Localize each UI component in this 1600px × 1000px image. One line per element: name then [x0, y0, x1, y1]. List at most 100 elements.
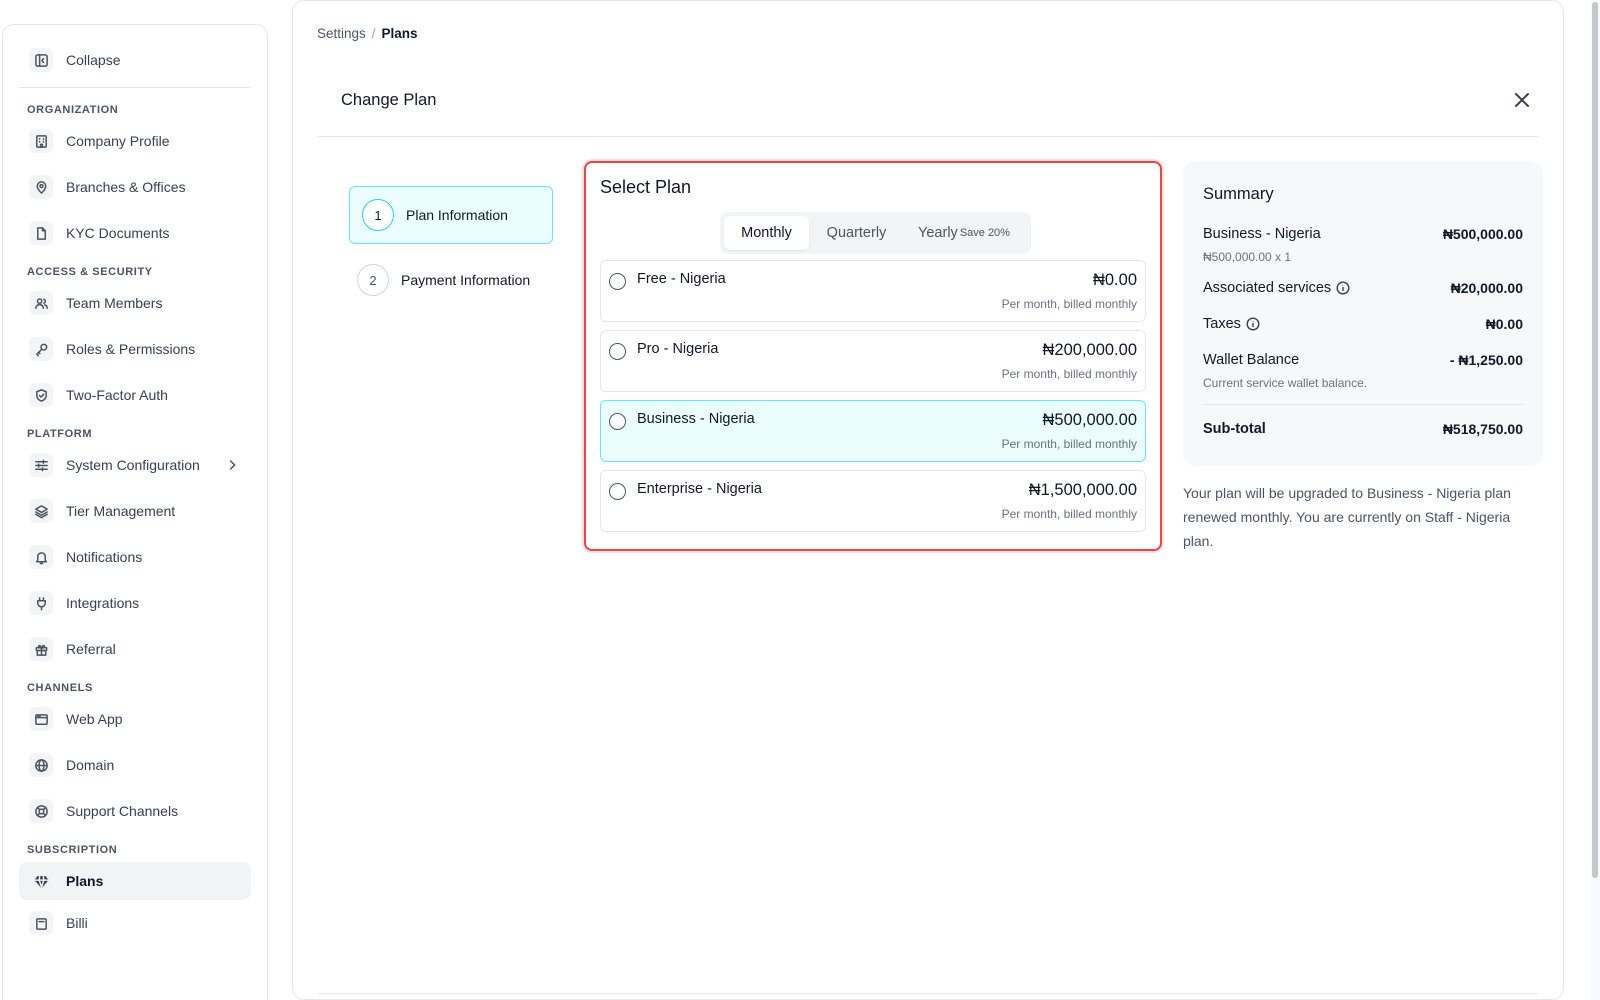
collapse-label: Collapse	[66, 52, 121, 68]
sidebar-item-team-members[interactable]: Team Members	[19, 284, 251, 322]
plug-icon	[29, 591, 53, 615]
scrollbar-thumb[interactable]	[1592, 2, 1598, 878]
sidebar-item-label: Team Members	[66, 295, 163, 311]
summary-taxes-value: ₦0.00	[1485, 316, 1523, 332]
step-plan-information[interactable]: 1 Plan Information	[349, 186, 553, 244]
summary-wallet-value: - ₦1,250.00	[1449, 352, 1523, 368]
sidebar-item-label: Plans	[66, 873, 104, 889]
plan-option-business[interactable]: Business - Nigeria ₦500,000.00 Per month…	[600, 400, 1146, 462]
section-label-subscription: SUBSCRIPTION	[27, 844, 118, 856]
gift-icon	[29, 637, 53, 661]
sidebar-item-web-app[interactable]: Web App	[19, 700, 251, 738]
summary-row-subtotal: Sub-total ₦518,750.00	[1203, 421, 1523, 441]
sidebar-item-referral[interactable]: Referral	[19, 630, 251, 668]
sidebar-item-company-profile[interactable]: Company Profile	[19, 122, 251, 160]
sliders-icon	[29, 453, 53, 477]
info-icon[interactable]	[1246, 317, 1260, 331]
summary-subtotal-value: ₦518,750.00	[1442, 421, 1523, 437]
section-label-channels: CHANNELS	[27, 682, 93, 694]
sidebar-item-roles[interactable]: Roles & Permissions	[19, 330, 251, 368]
plan-radio[interactable]	[609, 413, 626, 430]
summary-row-plan: Business - Nigeria ₦500,000.00	[1203, 226, 1523, 246]
plan-billing-note: Per month, billed monthly	[1001, 507, 1137, 521]
plan-name: Free - Nigeria	[637, 271, 726, 287]
document-icon	[29, 221, 53, 245]
footer-divider	[317, 993, 1539, 994]
tab-yearly[interactable]: Yearly Save 20%	[904, 216, 1024, 250]
summary-services-label: Associated services	[1203, 280, 1332, 296]
plan-price: ₦0.00	[1092, 271, 1137, 289]
upgrade-note: Your plan will be upgraded to Business -…	[1183, 485, 1511, 549]
plan-radio[interactable]	[609, 343, 626, 360]
breadcrumb-current: Plans	[381, 26, 418, 41]
plan-option-pro[interactable]: Pro - Nigeria ₦200,000.00 Per month, bil…	[600, 330, 1146, 392]
step-number: 1	[362, 199, 394, 231]
sidebar-item-label: Domain	[66, 757, 115, 773]
change-plan-panel: Settings / Plans Change Plan 1 Plan Inform…	[292, 0, 1564, 1000]
plan-radio[interactable]	[609, 273, 626, 290]
collapse-button[interactable]: Collapse	[19, 41, 251, 79]
sidebar-item-domain[interactable]: Domain	[19, 746, 251, 784]
order-summary: Summary Business - Nigeria ₦500,000.00 ₦…	[1183, 161, 1543, 466]
section-label-platform: PLATFORM	[27, 428, 93, 440]
page-title: Change Plan	[341, 91, 437, 109]
sidebar-item-label: Tier Management	[66, 503, 176, 519]
gem-icon	[29, 869, 53, 893]
sidebar-item-two-factor[interactable]: Two-Factor Auth	[19, 376, 251, 414]
sidebar-item-notifications[interactable]: Notifications	[19, 538, 251, 576]
sidebar-item-system-configuration[interactable]: System Configuration	[19, 446, 251, 484]
summary-row-services: Associated services ₦20,000.00	[1203, 280, 1523, 300]
sidebar-item-label: Roles & Permissions	[66, 341, 196, 357]
summary-services-label-wrap: Associated services	[1203, 280, 1350, 296]
summary-row-wallet: Wallet Balance - ₦1,250.00	[1203, 352, 1523, 372]
breadcrumb-settings-link[interactable]: Settings	[317, 26, 366, 41]
tab-monthly[interactable]: Monthly	[724, 216, 809, 250]
select-plan-title: Select Plan	[600, 177, 692, 197]
layers-icon	[29, 499, 53, 523]
summary-services-value: ₦20,000.00	[1450, 280, 1523, 296]
sidebar-item-branches[interactable]: Branches & Offices	[19, 168, 251, 206]
summary-plan-quantity: ₦500,000.00 x 1	[1203, 250, 1292, 264]
life-buoy-icon	[29, 799, 53, 823]
plan-name: Business - Nigeria	[637, 411, 755, 427]
page-scrollbar[interactable]	[1590, 0, 1600, 1000]
sidebar-item-label: Branches & Offices	[66, 179, 186, 195]
plan-radio[interactable]	[609, 483, 626, 500]
plan-option-free[interactable]: Free - Nigeria ₦0.00 Per month, billed m…	[600, 260, 1146, 322]
sidebar-item-integrations[interactable]: Integrations	[19, 584, 251, 622]
plan-price: ₦1,500,000.00	[1028, 481, 1137, 499]
summary-wallet-description: Current service wallet balance.	[1203, 376, 1368, 390]
shield-check-icon	[29, 383, 53, 407]
plan-option-enterprise[interactable]: Enterprise - Nigeria ₦1,500,000.00 Per m…	[600, 470, 1146, 532]
bell-icon	[29, 545, 53, 569]
sidebar-item-label: Support Channels	[66, 803, 179, 819]
info-icon[interactable]	[1336, 281, 1350, 295]
summary-plan-value: ₦500,000.00	[1442, 226, 1523, 242]
section-label-organization: ORGANIZATION	[27, 104, 119, 116]
sidebar-item-tier-management[interactable]: Tier Management	[19, 492, 251, 530]
sidebar-item-billing[interactable]: Billi	[19, 908, 251, 938]
close-button[interactable]	[1513, 91, 1531, 109]
summary-taxes-label: Taxes	[1203, 316, 1241, 332]
sidebar-item-plans[interactable]: Plans	[19, 862, 251, 900]
yearly-discount-badge: Save 20%	[959, 227, 1010, 239]
sidebar-item-support-channels[interactable]: Support Channels	[19, 792, 251, 830]
sidebar-divider	[19, 87, 251, 88]
close-icon	[1515, 93, 1529, 107]
step-payment-information[interactable]: 2 Payment Information	[349, 251, 553, 309]
browser-window-icon	[29, 707, 53, 731]
step-label: Plan Information	[406, 207, 508, 223]
plan-name: Pro - Nigeria	[637, 341, 719, 357]
sidebar-item-label: Web App	[66, 711, 123, 727]
settings-sidebar: Collapse ORGANIZATION Company Profile Br…	[2, 24, 268, 1000]
sidebar-item-kyc[interactable]: KYC Documents	[19, 214, 251, 252]
plan-billing-note: Per month, billed monthly	[1001, 367, 1137, 381]
billing-period-tabs: Monthly Quarterly Yearly Save 20%	[720, 212, 1031, 254]
step-number: 2	[357, 264, 389, 296]
summary-title: Summary	[1203, 185, 1274, 203]
tab-quarterly[interactable]: Quarterly	[809, 216, 904, 250]
receipt-icon	[29, 911, 53, 935]
building-icon	[29, 129, 53, 153]
tab-yearly-label: Yearly	[918, 225, 958, 241]
sidebar-item-label: Company Profile	[66, 133, 170, 149]
